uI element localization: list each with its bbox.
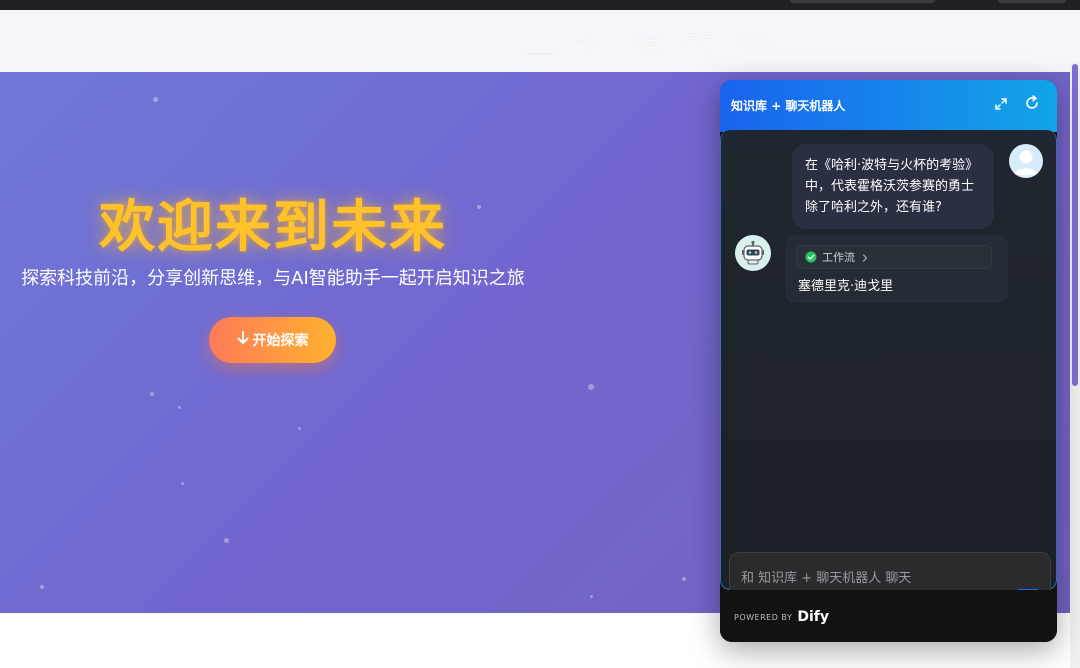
hero-subtitle: 探索科技前沿，分享创新思维，与AI智能助手一起开启知识之旅 xyxy=(21,268,525,289)
arrow-down-icon xyxy=(237,331,249,349)
refresh-button[interactable] xyxy=(1022,95,1042,115)
bot-answer: 塞德里克·迪戈里 xyxy=(798,279,894,294)
decorative-particle xyxy=(181,482,184,485)
workflow-label: 工作流 xyxy=(822,251,855,264)
decorative-particle xyxy=(178,406,181,409)
nav-link-features[interactable]: 功能 xyxy=(631,32,659,52)
decorative-particle xyxy=(150,392,154,396)
user-message: 在《哈利·波特与火杯的考验》中，代表霍格沃茨参赛的勇士除了哈利之外，还有谁? xyxy=(792,144,994,229)
chat-messages: 在《哈利·波特与火杯的考验》中，代表霍格沃茨参赛的勇士除了哈利之外，还有谁? 工… xyxy=(720,130,1057,624)
powered-by-label: POWERED BY xyxy=(734,612,793,622)
decorative-particle xyxy=(40,585,44,589)
top-strip-tab xyxy=(998,0,1066,3)
powered-by: POWERED BY Dify xyxy=(734,609,829,625)
decorative-particle xyxy=(224,538,229,543)
chatbot-widget: 知识库 + 聊天机器人 在《哈利·波特与火杯的考验》中，代表霍格沃茨参赛的勇士除… xyxy=(720,80,1057,642)
nav-link-about[interactable]: 关于 xyxy=(687,32,715,52)
decorative-particle xyxy=(153,97,158,102)
bot-avatar xyxy=(735,235,771,271)
workflow-toggle[interactable]: 工作流 xyxy=(796,245,992,269)
expand-button[interactable] xyxy=(991,95,1011,115)
scrollbar-thumb[interactable] xyxy=(1072,64,1078,386)
hero-title: 欢迎来到未来 xyxy=(99,195,447,260)
refresh-icon xyxy=(1024,95,1040,115)
chat-header: 知识库 + 聊天机器人 xyxy=(720,80,1057,132)
page-scrollbar[interactable] xyxy=(1070,62,1080,668)
nav-links: 首页 功能 关于 联系 xyxy=(575,32,771,52)
chat-title: 知识库 + 聊天机器人 xyxy=(731,99,846,113)
bot-message: 工作流 塞德里克·迪戈里 xyxy=(785,235,1008,303)
start-explore-label: 开始探索 xyxy=(252,333,309,349)
user-avatar-icon xyxy=(1014,150,1038,175)
chat-footer: POWERED BY Dify xyxy=(720,590,1057,642)
user-avatar xyxy=(1009,144,1043,178)
decorative-particle xyxy=(588,384,594,390)
check-circle-icon xyxy=(805,248,817,267)
chevron-right-icon xyxy=(860,248,870,267)
nav-link-home[interactable]: 首页 xyxy=(575,32,603,52)
robot-icon xyxy=(742,240,764,265)
chat-input[interactable]: 和 知识库 + 聊天机器人 聊天 xyxy=(741,567,911,586)
nav-indicator xyxy=(525,53,555,55)
decorative-particle xyxy=(590,595,593,598)
decorative-particle xyxy=(298,427,301,430)
start-explore-button[interactable]: 开始探索 xyxy=(209,317,336,363)
top-strip-tab xyxy=(790,0,935,3)
dify-logo: Dify xyxy=(797,609,829,625)
browser-top-strip xyxy=(0,0,1080,10)
nav-link-contact[interactable]: 联系 xyxy=(743,32,771,52)
decorative-particle xyxy=(682,577,686,581)
expand-icon xyxy=(994,96,1008,115)
navbar: 首页 功能 关于 联系 xyxy=(0,10,1080,72)
